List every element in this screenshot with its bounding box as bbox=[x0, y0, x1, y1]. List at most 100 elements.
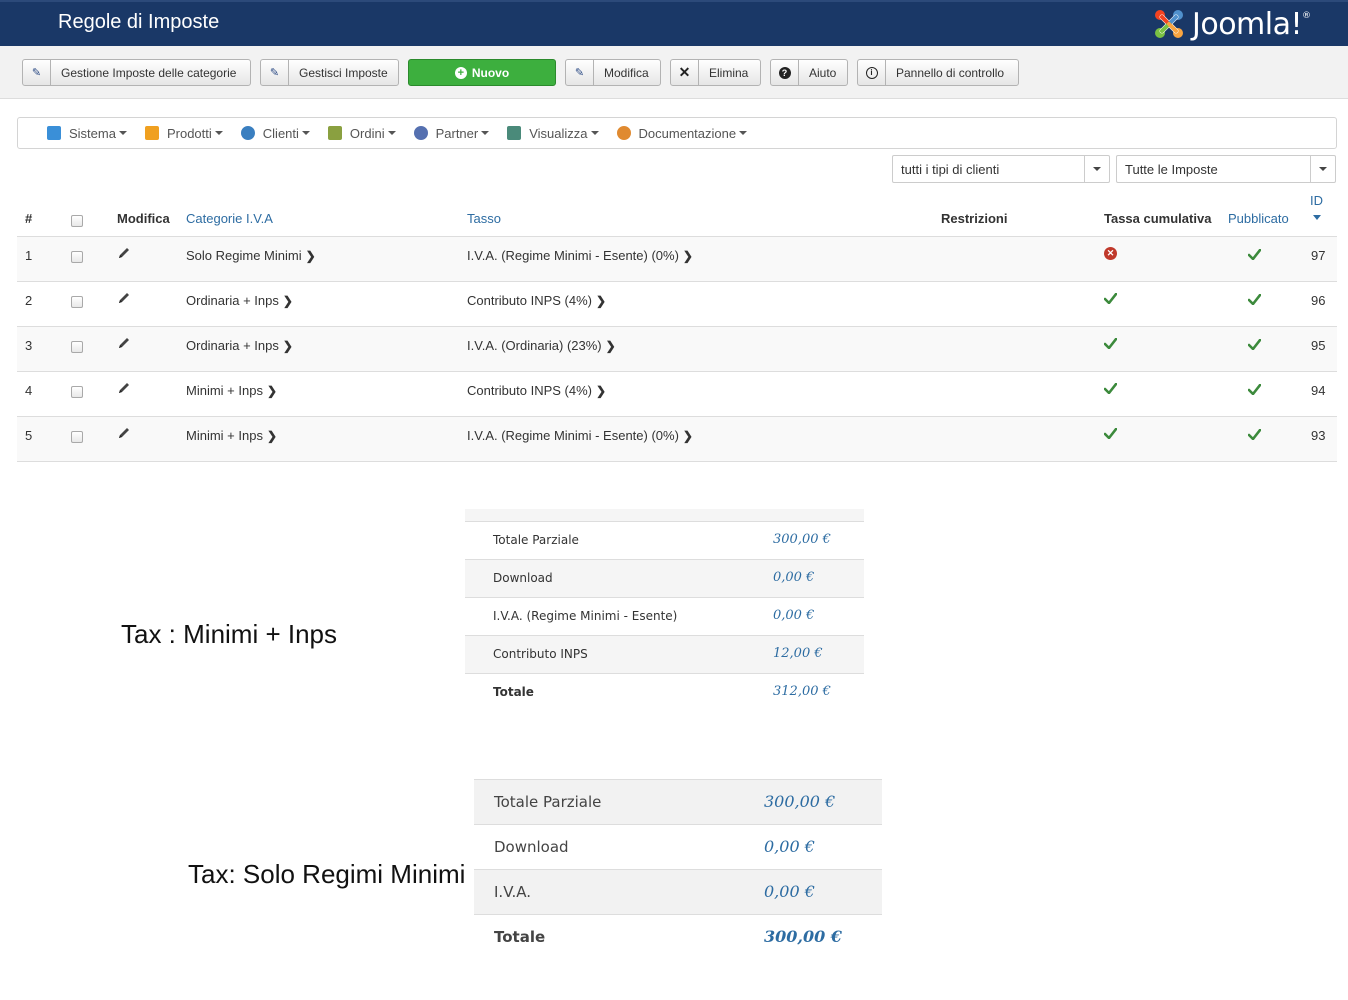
edit-button[interactable]: ✎ Modifica bbox=[565, 59, 661, 86]
row-category-link[interactable]: Minimi + Inps ❯ bbox=[186, 383, 277, 398]
taxes-select[interactable]: Tutte le Imposte bbox=[1116, 155, 1336, 183]
row-rate-link[interactable]: I.V.A. (Regime Minimi - Esente) (0%) ❯ bbox=[467, 428, 693, 443]
edit-square-icon: ✎ bbox=[23, 60, 51, 85]
row-checkbox[interactable] bbox=[71, 341, 83, 353]
col-num: # bbox=[25, 211, 33, 226]
col-restrictions: Restrizioni bbox=[941, 211, 1008, 226]
row-number: 1 bbox=[25, 248, 33, 263]
col-category[interactable]: Categorie I.V.A bbox=[186, 211, 273, 226]
joomla-logo[interactable]: Joomla!® bbox=[1150, 5, 1311, 43]
check-icon[interactable] bbox=[1103, 292, 1118, 307]
docs-icon bbox=[616, 126, 631, 140]
nav-item-visualizza[interactable]: Visualizza bbox=[498, 118, 607, 148]
chevron-right-icon: ❯ bbox=[596, 384, 607, 398]
info-circle-icon: i bbox=[858, 60, 886, 85]
manage-taxes-button[interactable]: ✎ Gestisci Imposte bbox=[260, 59, 399, 86]
row-checkbox[interactable] bbox=[71, 296, 83, 308]
chevron-right-icon: ❯ bbox=[282, 294, 293, 308]
summary-top-border bbox=[465, 509, 864, 522]
check-icon[interactable] bbox=[1247, 338, 1262, 353]
nav-item-sistema[interactable]: Sistema bbox=[38, 118, 136, 148]
error-circle-icon[interactable]: ✕ bbox=[1104, 247, 1117, 260]
chevron-down-icon bbox=[481, 131, 490, 135]
check-icon[interactable] bbox=[1103, 427, 1118, 442]
chevron-down-icon bbox=[739, 131, 748, 135]
row-number: 4 bbox=[25, 383, 33, 398]
nav-item-prodotti[interactable]: Prodotti bbox=[136, 118, 232, 148]
row-number: 5 bbox=[25, 428, 33, 443]
row-category-link[interactable]: Ordinaria + Inps ❯ bbox=[186, 293, 293, 308]
help-button[interactable]: ? Aiuto bbox=[770, 59, 848, 86]
select-all-checkbox[interactable] bbox=[71, 215, 83, 227]
pencil-icon[interactable] bbox=[117, 291, 131, 308]
summary-row: Totale Parziale 300,00 € bbox=[465, 522, 864, 560]
delete-button[interactable]: ✕ Elimina bbox=[670, 59, 761, 86]
chevron-down-icon bbox=[387, 131, 396, 135]
table-row: 4 Minimi + Inps ❯ Contributo INPS (4%) ❯ 94 bbox=[17, 372, 1337, 417]
row-category-link[interactable]: Solo Regime Minimi ❯ bbox=[186, 248, 316, 263]
check-icon[interactable] bbox=[1247, 428, 1262, 443]
chevron-right-icon: ❯ bbox=[266, 384, 278, 398]
row-rate-link[interactable]: Contributo INPS (4%) ❯ bbox=[467, 383, 606, 398]
row-category-link[interactable]: Ordinaria + Inps ❯ bbox=[186, 338, 293, 353]
col-rate[interactable]: Tasso bbox=[467, 211, 501, 226]
row-rate-link[interactable]: Contributo INPS (4%) ❯ bbox=[467, 293, 606, 308]
summary-row: Contributo INPS 12,00 € bbox=[465, 636, 864, 674]
chevron-right-icon: ❯ bbox=[682, 429, 693, 443]
partner-icon bbox=[413, 126, 428, 140]
customer-type-select[interactable]: tutti i tipi di clienti bbox=[892, 155, 1110, 183]
edit-square-icon: ✎ bbox=[261, 60, 289, 85]
main-nav: Sistema Prodotti Clienti Ordini Partner … bbox=[17, 117, 1337, 149]
chevron-right-icon: ❯ bbox=[266, 429, 278, 443]
row-checkbox[interactable] bbox=[71, 431, 83, 443]
box-icon bbox=[144, 126, 159, 140]
summary-solo-regime-minimi: Totale Parziale 300,00 € Download 0,00 € I… bbox=[474, 779, 882, 959]
pencil-icon[interactable] bbox=[117, 246, 131, 263]
table-row: 1 Solo Regime Minimi ❯ I.V.A. (Regime Minim… bbox=[17, 237, 1337, 282]
check-icon[interactable] bbox=[1247, 383, 1262, 398]
row-id: 94 bbox=[1311, 383, 1326, 398]
check-icon[interactable] bbox=[1103, 337, 1118, 352]
chevron-down-icon bbox=[301, 131, 310, 135]
row-rate-link[interactable]: I.V.A. (Ordinaria) (23%) ❯ bbox=[467, 338, 616, 353]
chevron-down-icon bbox=[214, 131, 223, 135]
row-rate-link[interactable]: I.V.A. (Regime Minimi - Esente) (0%) ❯ bbox=[467, 248, 693, 263]
col-published[interactable]: Pubblicato bbox=[1228, 211, 1289, 226]
plus-circle-icon: + bbox=[454, 66, 467, 79]
summary-row: Totale Parziale 300,00 € bbox=[474, 779, 882, 824]
sort-desc-icon bbox=[1313, 215, 1321, 220]
row-checkbox[interactable] bbox=[71, 386, 83, 398]
page-title: Regole di Imposte bbox=[58, 11, 220, 33]
new-button[interactable]: + Nuovo bbox=[408, 59, 556, 86]
edit-square-icon: ✎ bbox=[566, 60, 594, 85]
row-number: 2 bbox=[25, 293, 33, 308]
check-icon[interactable] bbox=[1103, 382, 1118, 397]
check-icon[interactable] bbox=[1247, 293, 1262, 308]
chevron-right-icon: ❯ bbox=[282, 339, 293, 353]
check-icon[interactable] bbox=[1247, 248, 1262, 263]
users-icon bbox=[240, 126, 255, 140]
caption-solo-regimi-minimi: Tax: Solo Regimi Minimi bbox=[188, 859, 466, 889]
table-row: 2 Ordinaria + Inps ❯ Contributo INPS (4%) ❯ 9… bbox=[17, 282, 1337, 327]
nav-item-ordini[interactable]: Ordini bbox=[319, 118, 405, 148]
joomla-logo-icon bbox=[1155, 10, 1183, 38]
chevron-right-icon: ❯ bbox=[682, 249, 693, 263]
col-id[interactable]: ID bbox=[1310, 193, 1323, 208]
chevron-right-icon: ❯ bbox=[305, 249, 316, 263]
pencil-icon[interactable] bbox=[117, 426, 131, 443]
summary-total-row: Totale 300,00 € bbox=[474, 914, 882, 959]
toolbar: ✎ Gestione Imposte delle categorie ✎ Ges… bbox=[0, 46, 1348, 99]
row-number: 3 bbox=[25, 338, 33, 353]
nav-item-clienti[interactable]: Clienti bbox=[232, 118, 319, 148]
pencil-icon[interactable] bbox=[117, 336, 131, 353]
pencil-icon[interactable] bbox=[117, 381, 131, 398]
nav-item-documentazione[interactable]: Documentazione bbox=[608, 118, 757, 148]
control-panel-button[interactable]: i Pannello di controllo bbox=[857, 59, 1019, 86]
row-checkbox[interactable] bbox=[71, 251, 83, 263]
summary-total-row: Totale 312,00 € bbox=[493, 684, 831, 699]
tax-categories-button[interactable]: ✎ Gestione Imposte delle categorie bbox=[22, 59, 251, 86]
nav-item-partner[interactable]: Partner bbox=[405, 118, 499, 148]
col-cumulative: Tassa cumulativa bbox=[1104, 211, 1212, 226]
table-row: 5 Minimi + Inps ❯ I.V.A. (Regime Minimi - E… bbox=[17, 417, 1337, 462]
row-category-link[interactable]: Minimi + Inps ❯ bbox=[186, 428, 277, 443]
